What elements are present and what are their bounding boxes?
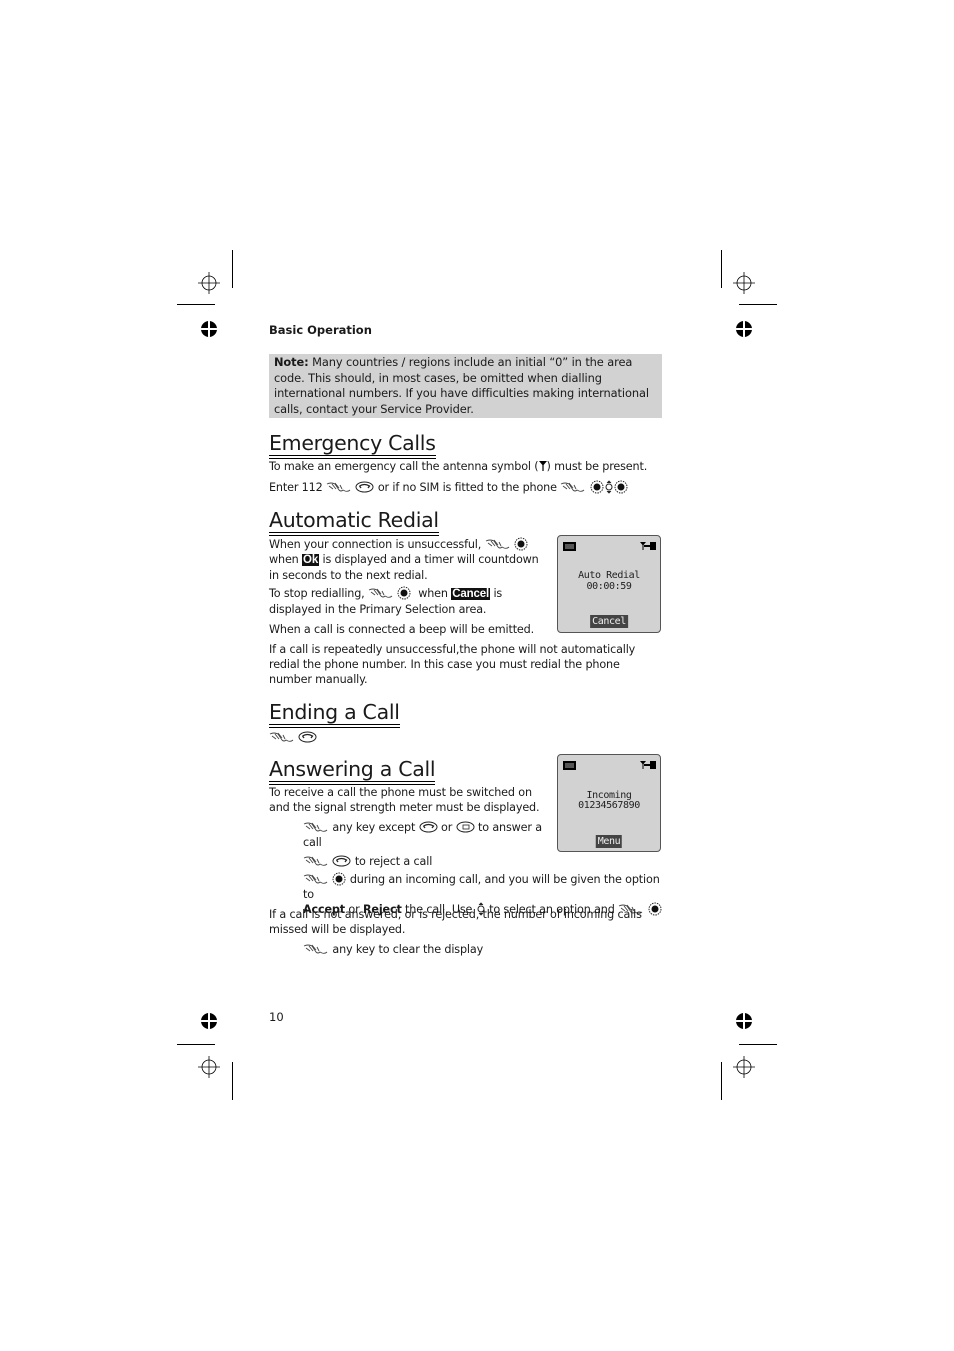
- text: When your connection is unsuccessful,: [269, 538, 482, 551]
- heading-ending-a-call: Ending a Call: [269, 700, 400, 728]
- crop-line: [232, 1062, 233, 1100]
- heading-text: Automatic Redial: [269, 508, 439, 532]
- select-key-icon: [332, 872, 346, 886]
- text: when: [418, 587, 448, 600]
- text: or: [441, 821, 453, 834]
- battery-icon: [563, 542, 576, 551]
- crop-line: [177, 304, 215, 305]
- antenna-icon: [640, 760, 656, 770]
- battery-icon: [563, 761, 576, 770]
- heading-underline: [269, 532, 439, 536]
- screen-softkey: Cancel: [590, 615, 628, 628]
- screen-softkey: Menu: [595, 835, 623, 848]
- hand-press-icon: [368, 588, 394, 599]
- redial-paragraph-3: When a call is connected a beep will be …: [269, 623, 535, 636]
- hand-press-icon: [303, 822, 329, 833]
- redial-paragraph-4: If a call is repeatedly unsuccessful,the…: [269, 643, 636, 686]
- registration-dot-icon: [201, 321, 217, 337]
- ok-softkey-label: Ok: [302, 554, 320, 566]
- answering-step-4: any key to clear the display: [303, 942, 483, 957]
- registration-mark-icon: [198, 272, 220, 294]
- text: any key except: [332, 821, 416, 834]
- answering-paragraph-2: If a call is not answered, or is rejecte…: [269, 908, 642, 936]
- screen-line-1: Auto Redial: [578, 570, 640, 581]
- crop-line: [721, 250, 722, 288]
- hand-press-icon: [485, 539, 511, 550]
- ending-instruction: [269, 730, 317, 745]
- registration-mark-icon: [733, 272, 755, 294]
- end-call-key-icon: [332, 855, 351, 867]
- select-key-icon: [397, 586, 411, 600]
- select-key-icon: [614, 480, 628, 494]
- registration-dot-icon: [736, 1013, 752, 1029]
- section-header: Basic Operation: [269, 323, 372, 337]
- crop-line: [739, 304, 777, 305]
- heading-text: Ending a Call: [269, 700, 400, 724]
- registration-mark-icon: [733, 1056, 755, 1078]
- cancel-softkey-label: Cancel: [451, 588, 491, 600]
- select-key-icon: [514, 537, 528, 551]
- phone-screen-incoming: Incoming 01234567890 Menu: [557, 754, 661, 852]
- crop-line: [721, 1062, 722, 1100]
- screen-line-2: 00:00:59: [586, 581, 632, 592]
- redial-paragraph-1: When your connection is unsuccessful, wh…: [269, 537, 544, 583]
- heading-text: Answering a Call: [269, 757, 436, 781]
- antenna-icon: [640, 541, 656, 551]
- answering-step-2: to reject a call: [303, 854, 432, 869]
- answering-paragraph-1: To receive a call the phone must be swit…: [269, 786, 540, 814]
- crop-line: [232, 250, 233, 288]
- end-call-key-icon: [355, 481, 374, 493]
- heading-automatic-redial: Automatic Redial: [269, 508, 439, 536]
- hand-press-icon: [303, 874, 329, 885]
- text: when: [269, 553, 299, 566]
- end-call-key-icon: [298, 731, 317, 743]
- text: Enter 112: [269, 481, 323, 494]
- text: ) must be present.: [546, 460, 648, 473]
- text: or if no SIM is fitted to the phone: [377, 481, 557, 494]
- emergency-line-1: To make an emergency call the antenna sy…: [269, 459, 647, 474]
- navigation-key-icon: [604, 480, 614, 494]
- page-number: 10: [269, 1010, 284, 1024]
- text: To stop redialling,: [269, 587, 365, 600]
- crop-line: [739, 1044, 777, 1045]
- heading-underline: [269, 724, 400, 728]
- antenna-icon: [538, 461, 547, 471]
- text: during an incoming call, and you will be…: [303, 873, 660, 901]
- heading-emergency-calls: Emergency Calls: [269, 431, 436, 459]
- note-text: Many countries / regions include an init…: [274, 355, 649, 416]
- hand-press-icon: [269, 732, 295, 743]
- text: any key to clear the display: [332, 943, 484, 956]
- text: To make an emergency call the antenna sy…: [269, 460, 539, 473]
- hand-press-icon: [303, 856, 329, 867]
- heading-answering-a-call: Answering a Call: [269, 757, 436, 785]
- end-call-key-icon: [419, 821, 438, 833]
- note-box: Note: Many countries / regions include a…: [269, 354, 662, 418]
- hand-press-icon: [303, 944, 329, 955]
- phone-screen-auto-redial: Auto Redial 00:00:59 Cancel: [557, 535, 661, 633]
- registration-dot-icon: [736, 321, 752, 337]
- registration-mark-icon: [198, 1056, 220, 1078]
- select-key-icon: [590, 480, 604, 494]
- hand-press-icon: [326, 482, 352, 493]
- redial-paragraph-2: To stop redialling, when Cancel is displ…: [269, 586, 544, 617]
- answering-step-1: any key except or to answer a call: [303, 820, 548, 850]
- heading-text: Emergency Calls: [269, 431, 436, 455]
- note-label: Note:: [274, 355, 309, 369]
- text: to reject a call: [354, 855, 433, 868]
- menu-key-icon: [456, 821, 475, 833]
- screen-line-2: 01234567890: [578, 800, 640, 811]
- emergency-line-2: Enter 112 or if no SIM is fitted to the …: [269, 480, 628, 495]
- hand-press-icon: [560, 482, 586, 493]
- crop-line: [177, 1044, 215, 1045]
- registration-dot-icon: [201, 1013, 217, 1029]
